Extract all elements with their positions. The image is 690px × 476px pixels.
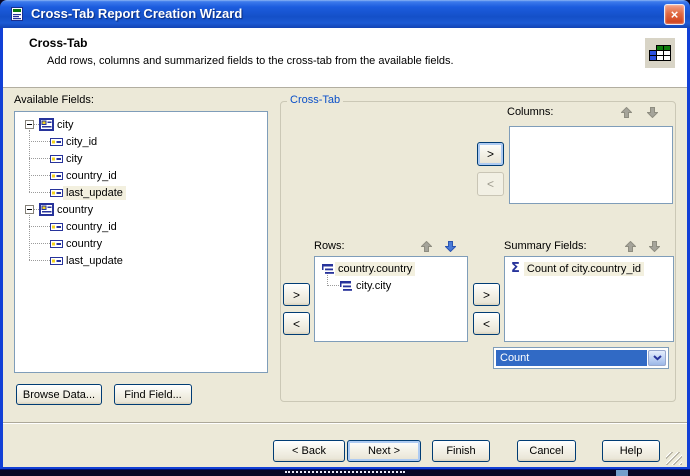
- rows-move-down-icon[interactable]: [444, 241, 457, 253]
- finish-button[interactable]: Finish: [432, 440, 490, 462]
- summary-fields-listbox[interactable]: Σ Count of city.country_id: [504, 256, 674, 342]
- available-fields-label: Available Fields:: [14, 94, 94, 106]
- crosstab-group: Cross-Tab Columns: > < Rows: country.cou…: [280, 94, 676, 402]
- rows-item-city-city[interactable]: city.city: [327, 277, 394, 294]
- columns-remove-button: <: [477, 172, 504, 196]
- tree-item-last-update-selected[interactable]: last_update: [29, 184, 126, 201]
- group-icon: [339, 280, 353, 292]
- summary-add-button[interactable]: >: [473, 283, 500, 306]
- summary-item-count[interactable]: Σ Count of city.country_id: [511, 260, 645, 277]
- chevron-down-icon[interactable]: [648, 350, 666, 366]
- back-button[interactable]: < Back: [273, 440, 345, 462]
- screen: Cross-Tab Report Creation Wizard × Cross…: [0, 0, 690, 476]
- tree-item-label: last_update: [63, 185, 126, 200]
- tree-item-label: city: [66, 152, 83, 165]
- field-icon: [50, 188, 63, 197]
- window-title: Cross-Tab Report Creation Wizard: [31, 6, 243, 21]
- summary-move-down-icon: [648, 241, 661, 253]
- field-icon: [50, 256, 63, 265]
- summary-fields-label: Summary Fields:: [504, 240, 587, 252]
- rows-item-country-country[interactable]: country.country: [321, 260, 416, 277]
- rows-move-up-icon: [420, 240, 433, 252]
- title-bar[interactable]: Cross-Tab Report Creation Wizard ×: [0, 0, 690, 28]
- columns-move-down-icon: [646, 107, 659, 119]
- tree-item-country[interactable]: country: [25, 201, 96, 218]
- next-button[interactable]: Next >: [347, 440, 421, 462]
- summary-remove-button[interactable]: <: [473, 312, 500, 335]
- field-icon: [50, 154, 63, 163]
- field-icon: [50, 239, 63, 248]
- columns-move-up-icon: [620, 106, 633, 118]
- field-icon: [50, 222, 63, 231]
- desktop-artifact: [285, 471, 405, 476]
- summary-move-up-icon: [624, 240, 637, 252]
- rows-listbox[interactable]: country.country city.city: [314, 256, 468, 342]
- tree-item-label: last_update: [66, 254, 123, 267]
- tree-item-label: city_id: [66, 135, 98, 148]
- tree-item-label: country: [66, 237, 103, 250]
- available-fields-tree[interactable]: city city_id city country_id last_update…: [14, 111, 268, 373]
- columns-add-button[interactable]: >: [477, 142, 504, 166]
- wizard-step-header: Cross-Tab Add rows, columns and summariz…: [3, 28, 687, 88]
- window-frame: Cross-Tab Add rows, columns and summariz…: [0, 28, 690, 470]
- close-icon[interactable]: ×: [664, 4, 685, 25]
- collapse-icon[interactable]: [25, 120, 34, 129]
- rows-item-label: country.country: [335, 261, 416, 276]
- rows-remove-button[interactable]: <: [283, 312, 310, 335]
- tree-item-country-country-id[interactable]: country_id: [29, 218, 120, 235]
- resize-grip[interactable]: [666, 452, 682, 465]
- sigma-icon: Σ: [511, 260, 520, 276]
- crosstab-group-label: Cross-Tab: [287, 94, 344, 106]
- table-icon: [39, 118, 54, 131]
- tree-item-city-city[interactable]: city: [29, 150, 86, 167]
- tree-item-country-last-update[interactable]: last_update: [29, 252, 126, 269]
- collapse-icon[interactable]: [25, 205, 34, 214]
- dialog-body: Cross-Tab Add rows, columns and summariz…: [3, 28, 687, 467]
- tree-item-label: country_id: [66, 169, 117, 182]
- rows-label: Rows:: [314, 240, 345, 252]
- tree-item-city-id[interactable]: city_id: [29, 133, 100, 150]
- crosstab-grid-icon: [645, 38, 675, 68]
- tree-item-country-id[interactable]: country_id: [29, 167, 120, 184]
- table-icon: [39, 203, 54, 216]
- rows-add-button[interactable]: >: [283, 283, 310, 306]
- step-description: Add rows, columns and summarized fields …: [47, 55, 454, 67]
- desktop-artifact: [616, 470, 628, 476]
- tree-item-label: city: [57, 118, 74, 131]
- tree-item-country-country[interactable]: country: [29, 235, 105, 252]
- tree-item-label: country_id: [66, 220, 117, 233]
- browse-data-button[interactable]: Browse Data...: [16, 384, 102, 405]
- group-icon: [321, 263, 335, 275]
- step-title: Cross-Tab: [29, 36, 88, 50]
- summary-item-label: Count of city.country_id: [523, 261, 645, 276]
- report-document-icon: [9, 6, 25, 22]
- summary-operation-value: Count: [496, 350, 647, 366]
- tree-item-city[interactable]: city: [25, 116, 77, 133]
- help-button[interactable]: Help: [602, 440, 660, 462]
- field-icon: [50, 137, 63, 146]
- columns-listbox[interactable]: [509, 126, 673, 204]
- columns-label: Columns:: [507, 106, 554, 118]
- field-icon: [50, 171, 63, 180]
- cancel-button[interactable]: Cancel: [517, 440, 576, 462]
- footer-separator: [3, 422, 687, 424]
- rows-item-label: city.city: [356, 279, 392, 292]
- tree-item-label: country: [57, 203, 94, 216]
- summary-operation-combobox[interactable]: Count: [493, 347, 669, 369]
- find-field-button[interactable]: Find Field...: [114, 384, 192, 405]
